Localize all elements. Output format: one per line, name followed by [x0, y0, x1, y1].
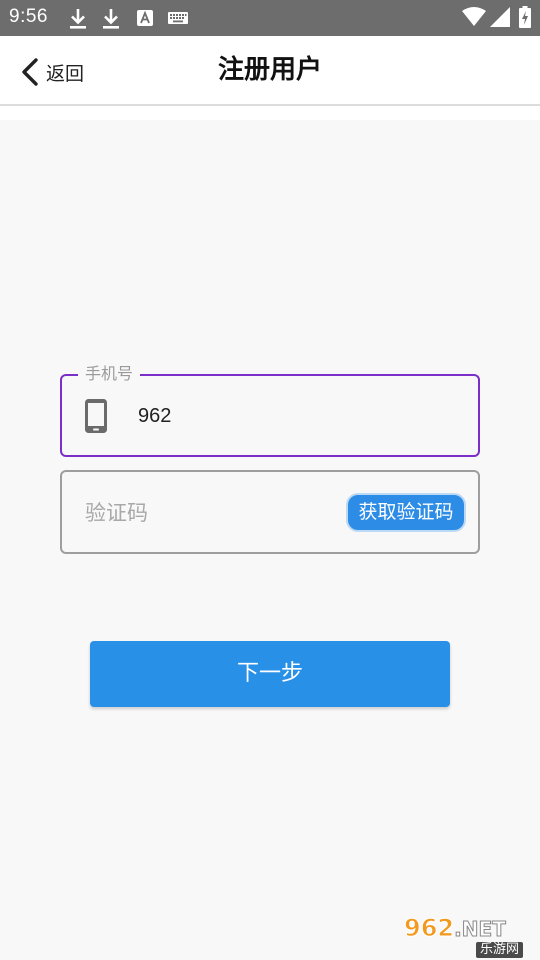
signal-icon [490, 7, 510, 27]
page-title: 注册用户 [217, 55, 322, 85]
verification-code-field[interactable]: 验证码 获取验证码 [60, 470, 480, 554]
status-bar: 9:56 [0, 0, 540, 36]
phone-field-label: 手机号 [78, 363, 141, 385]
keyboard-icon [168, 12, 188, 24]
app-header: 返回 注册用户 [0, 36, 540, 106]
watermark-brand: 962.NET [403, 914, 506, 943]
watermark-sub: 乐游网 [476, 942, 524, 958]
phone-input[interactable]: 962 [138, 402, 171, 430]
download-icon [103, 9, 119, 29]
next-button[interactable]: 下一步 [90, 641, 450, 707]
battery-charging-icon [519, 6, 531, 28]
text-a-icon [137, 10, 153, 26]
smartphone-icon [85, 399, 107, 433]
status-time: 9:56 [9, 6, 48, 27]
verification-code-input[interactable]: 验证码 [85, 499, 148, 527]
wifi-icon [462, 7, 486, 26]
watermark-logo: 962.NET 乐游网 [400, 914, 540, 960]
download-icon [70, 9, 86, 29]
get-code-button[interactable]: 获取验证码 [346, 493, 466, 532]
phone-field[interactable]: 手机号 962 [60, 363, 480, 457]
header-divider-area [0, 106, 540, 120]
